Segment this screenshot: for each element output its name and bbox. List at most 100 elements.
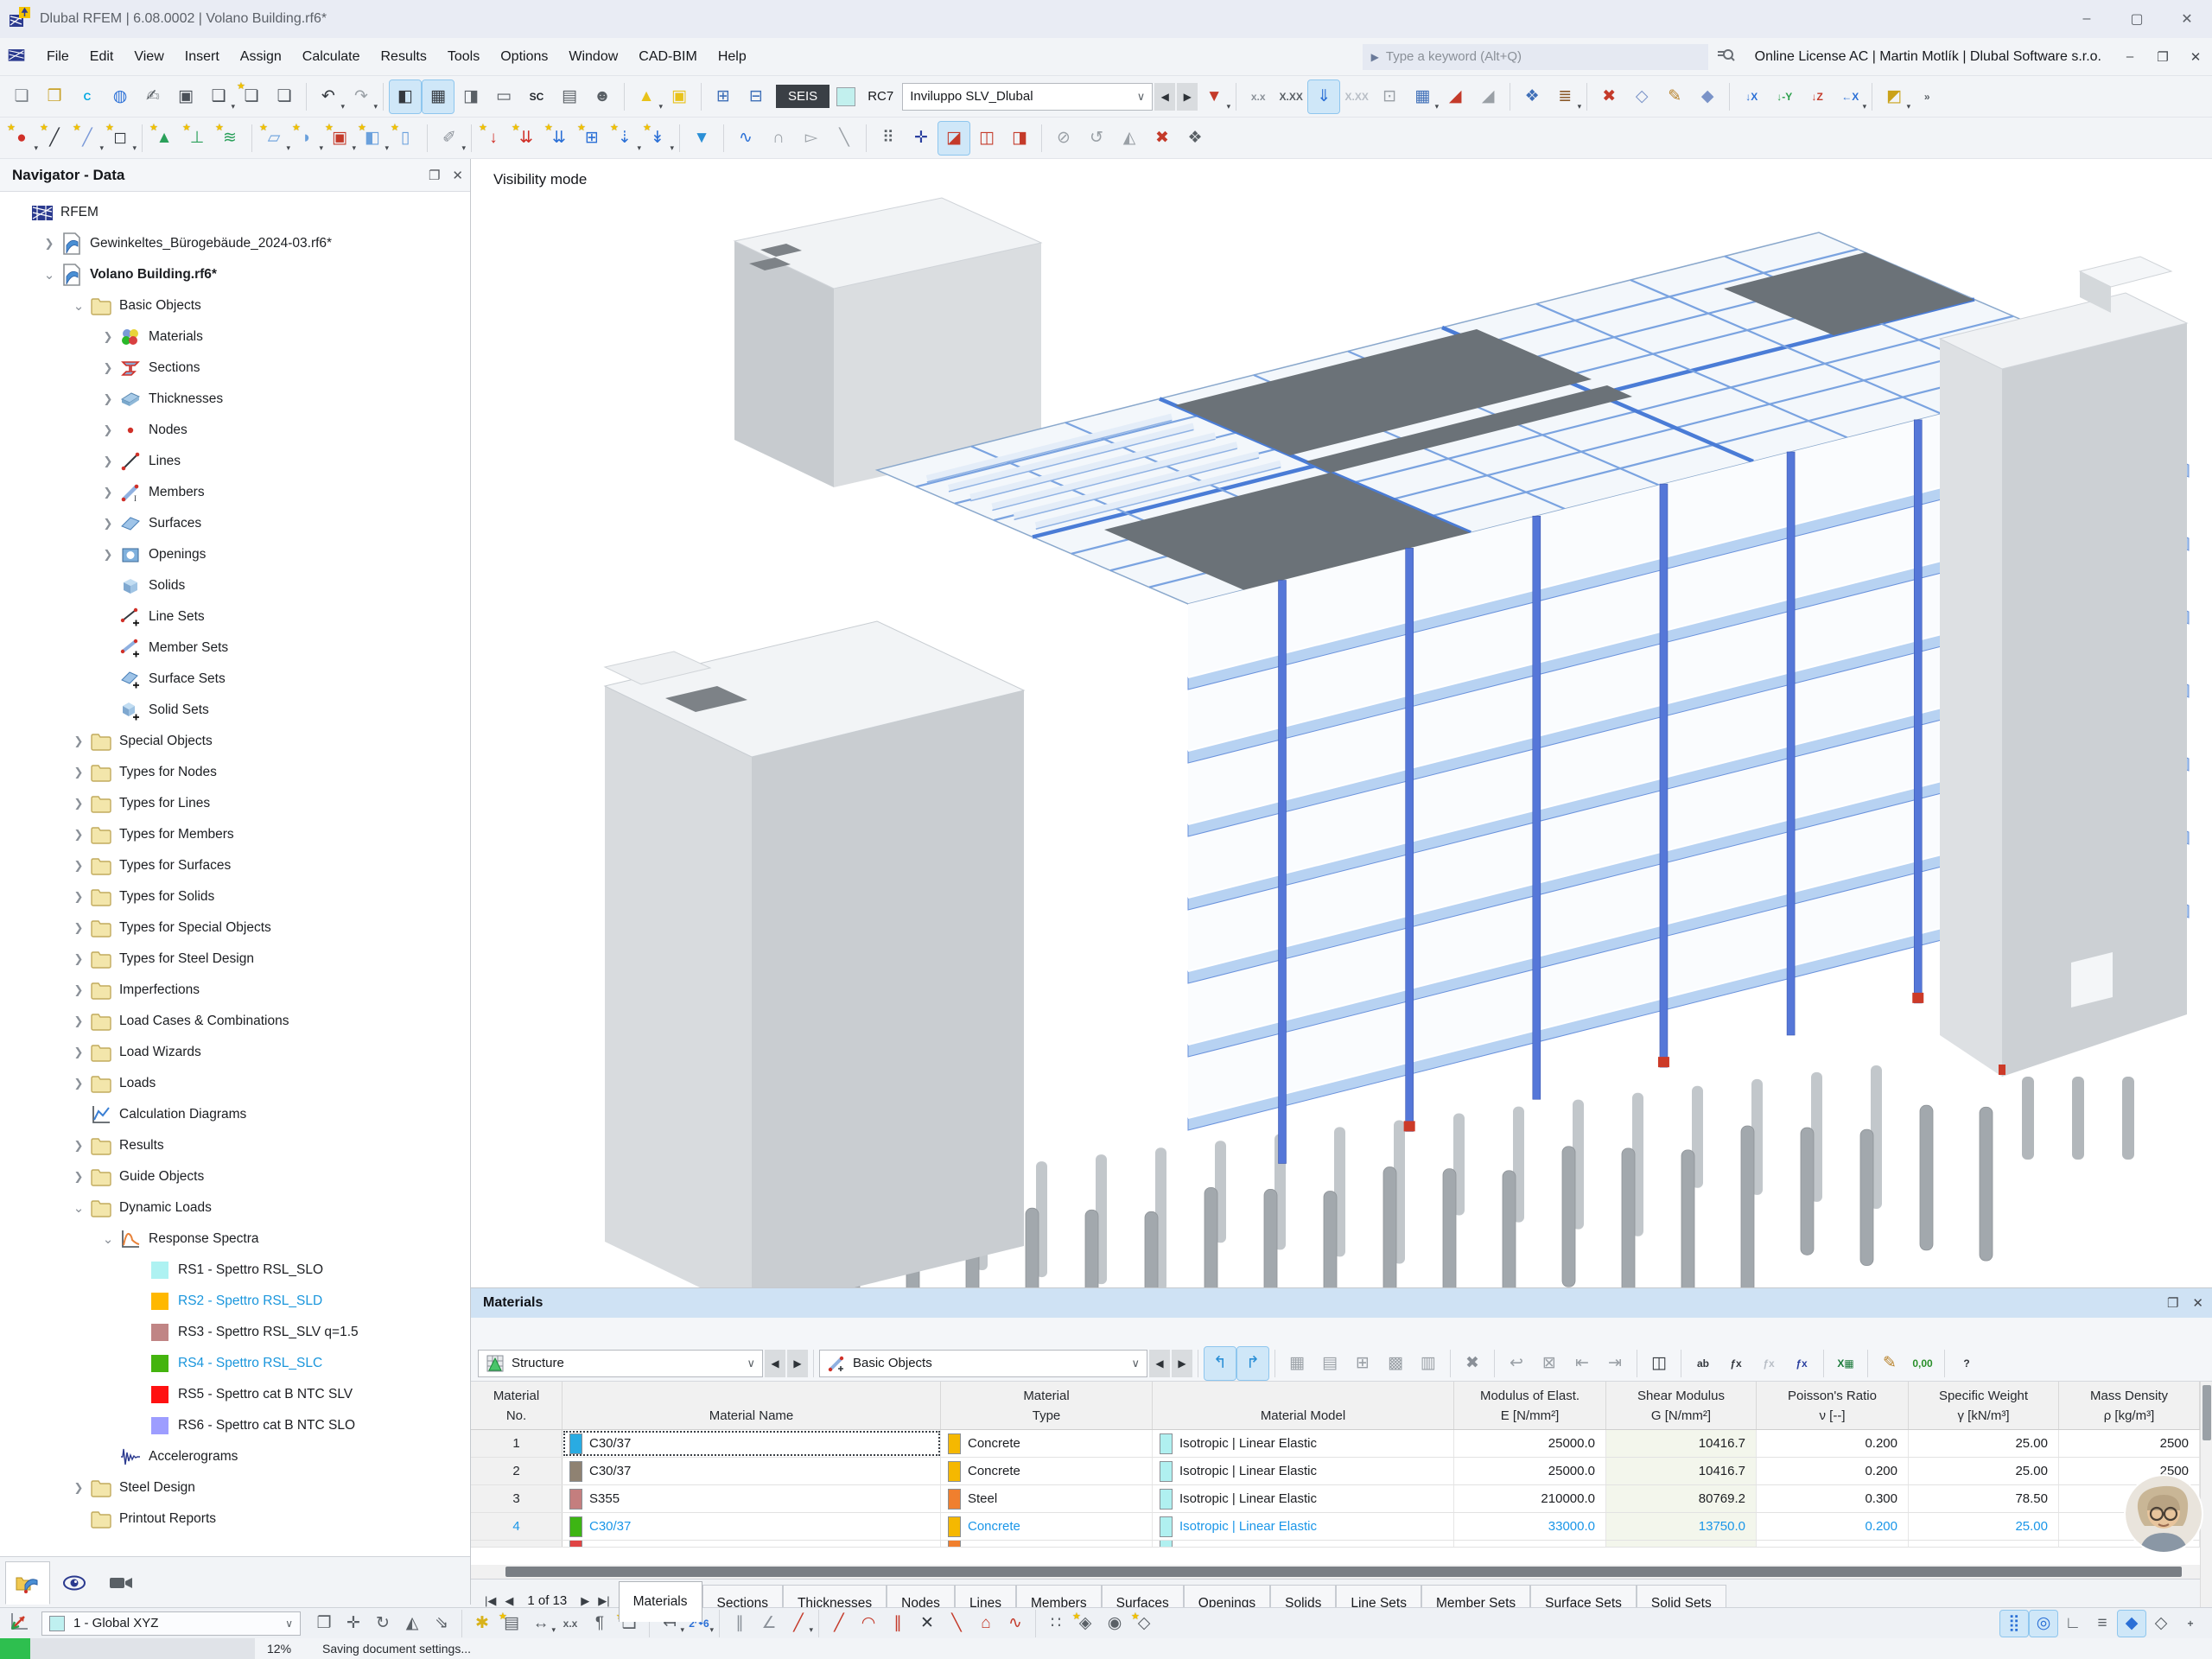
menu-view[interactable]: View	[124, 38, 174, 76]
cell-modulus-e[interactable]: 25000.0	[1454, 1458, 1606, 1484]
draw-polygon-button[interactable]: ⌂	[972, 1611, 1000, 1637]
maximize-button[interactable]: ▢	[2112, 0, 2162, 38]
menu-calculate[interactable]: Calculate	[292, 38, 371, 76]
display-properties-button[interactable]: ❖	[1179, 122, 1211, 155]
table-vertical-scrollbar[interactable]	[2200, 1382, 2212, 1613]
table-group-prev-button[interactable]: ◀	[765, 1349, 785, 1377]
cell-shear-modulus[interactable]: 10416.7	[1606, 1458, 1757, 1484]
dimension-values-button[interactable]: x.x	[556, 1611, 584, 1637]
grid-toggle-button[interactable]: ⣿	[1999, 1609, 2029, 1637]
menu-tools[interactable]: Tools	[437, 38, 490, 76]
close-button[interactable]: ✕	[2162, 0, 2212, 38]
first-table-button[interactable]: |◀	[485, 1594, 496, 1608]
open-printout-report-button[interactable]: ❏	[269, 80, 300, 113]
table-row[interactable]: 4 C30/37 Concrete Isotropic | Linear Elasti…	[471, 1513, 2212, 1541]
tree-item-rs1-spettro-rsl-slo[interactable]: RS1 - Spettro RSL_SLO	[0, 1255, 470, 1286]
load-table-button[interactable]: ▦ ▾	[1407, 80, 1439, 113]
cell-shear-modulus[interactable]: 13750.0	[1606, 1513, 1757, 1540]
new-free-line-load-button[interactable]: ⇣ ★ ▾	[609, 122, 641, 155]
column-left-button[interactable]: ⇤	[1567, 1347, 1598, 1380]
new-opening-button[interactable]: ▣ ★ ▾	[324, 122, 356, 155]
unlink-objects-button[interactable]: ⊘	[1048, 122, 1079, 155]
tree-item-guide-objects[interactable]: ❯ Guide Objects	[0, 1161, 470, 1192]
support-assistant-button[interactable]: ☻	[587, 80, 618, 113]
menu-insert[interactable]: Insert	[175, 38, 230, 76]
cell-material-name[interactable]: C30/37	[563, 1513, 941, 1540]
cell-material-no[interactable]: 2	[471, 1458, 563, 1484]
tree-item-accelerograms[interactable]: Accelerograms	[0, 1441, 470, 1472]
cell-poisson-ratio[interactable]: 0.300	[1757, 1485, 1909, 1512]
menu-help[interactable]: Help	[708, 38, 757, 76]
new-line-support-button[interactable]: ⊥ ★	[181, 122, 213, 155]
cell-material-no[interactable]: 4	[471, 1513, 563, 1540]
tree-item-lines[interactable]: ❯ Lines	[0, 446, 470, 477]
previous-load-case-button[interactable]: ◀	[1154, 82, 1176, 111]
menu-cad-bim[interactable]: CAD-BIM	[628, 38, 708, 76]
caret-collapsed-icon[interactable]: ❯	[97, 423, 119, 437]
caret-collapsed-icon[interactable]: ❯	[67, 890, 90, 904]
cell-material-type[interactable]	[941, 1541, 1153, 1547]
tree-item-types-for-steel-design[interactable]: ❯ Types for Steel Design	[0, 944, 470, 975]
materials-float-icon[interactable]: ❐	[2167, 1295, 2178, 1311]
cell-poisson-ratio[interactable]: 0.200	[1757, 1513, 1909, 1540]
new-nodal-support-button[interactable]: ▲ ★	[149, 122, 180, 155]
table-group-next-button[interactable]: ▶	[787, 1349, 808, 1377]
table-row[interactable]: 1 C30/37 Concrete Isotropic | Linear Elasti…	[471, 1430, 2212, 1458]
new-nurbs-surface-button[interactable]: ◗ ★ ▾	[291, 122, 323, 155]
tree-item-basic-objects[interactable]: ⌄ Basic Objects	[0, 290, 470, 321]
cell-poisson-ratio[interactable]: 0.200	[1757, 1430, 1909, 1457]
tree-item-steel-design[interactable]: ❯ Steel Design	[0, 1472, 470, 1503]
table-relations-button[interactable]: ▤	[1314, 1347, 1345, 1380]
delete-objects-button[interactable]: ✖	[1147, 122, 1178, 155]
menu-file[interactable]: File	[36, 38, 79, 76]
snap-objects-button[interactable]: ◈ ★	[1071, 1611, 1099, 1637]
materials-table[interactable]: Material No. Material Name Material Type Mate…	[471, 1382, 2212, 1565]
tree-item-sections[interactable]: ❯ Sections	[0, 353, 470, 384]
caret-collapsed-icon[interactable]: ❯	[38, 237, 60, 251]
section-display-button[interactable]: ◆	[1692, 80, 1723, 113]
table-category-next-button[interactable]: ▶	[1172, 1349, 1192, 1377]
tree-item-calculation-diagrams[interactable]: Calculation Diagrams	[0, 1099, 470, 1130]
tree-item-rs3-spettro-rsl-slv-q-1-5[interactable]: RS3 - Spettro RSL_SLV q=1.5	[0, 1317, 470, 1348]
select-objects-button[interactable]: ▲ ▾	[631, 80, 663, 113]
sync-table-selection-button[interactable]: ↱	[1236, 1345, 1269, 1381]
result-diagram-off-button[interactable]: ◢	[1472, 80, 1503, 113]
load-values-button[interactable]: X.XX	[1275, 80, 1306, 113]
object-snap-toggle-button[interactable]: ◆	[2117, 1609, 2146, 1637]
menu-window[interactable]: Window	[558, 38, 628, 76]
cell-material-model[interactable]: Isotropic | Linear Elastic	[1153, 1513, 1454, 1540]
undo-button[interactable]: ↶ ▾	[313, 80, 345, 113]
navigator-float-icon[interactable]: ❐	[429, 168, 440, 183]
new-solid-button[interactable]: ◧ ★ ▾	[357, 122, 389, 155]
cell-material-type[interactable]: Concrete	[941, 1513, 1153, 1540]
new-member-button[interactable]: ╱ ★ ▾	[72, 122, 104, 155]
tree-item-results[interactable]: ❯ Results	[0, 1130, 470, 1161]
tree-item-rs5-spettro-cat-b-ntc-slv[interactable]: RS5 - Spettro cat B NTC SLV	[0, 1379, 470, 1410]
show-load-values-button[interactable]: ⇓	[1307, 79, 1341, 114]
tree-item-solid-sets[interactable]: Solid Sets	[0, 695, 470, 726]
insert-formula-button[interactable]: ƒx	[1720, 1347, 1751, 1380]
tree-item-openings[interactable]: ❯ Openings	[0, 539, 470, 570]
caret-collapsed-icon[interactable]: ❯	[97, 392, 119, 406]
tab-views-navigator[interactable]	[52, 1561, 97, 1605]
table-row[interactable]: 3 S355 Steel Isotropic | Linear Elastic 2100…	[471, 1485, 2212, 1513]
import-parameters-button[interactable]: ✎	[1874, 1347, 1905, 1380]
materials-close-icon[interactable]: ✕	[2192, 1295, 2203, 1311]
navigator-close-icon[interactable]: ✕	[452, 168, 463, 183]
view-minus-y-button[interactable]: ↓-Y	[1769, 80, 1800, 113]
new-printout-report-button[interactable]: ❏ ★	[236, 80, 267, 113]
tree-item-load-cases-combinations[interactable]: ❯ Load Cases & Combinations	[0, 1006, 470, 1037]
draw-extension-button[interactable]: ╲	[943, 1611, 970, 1637]
tables-manager-button[interactable]: ▤	[554, 80, 585, 113]
edit-angle-button[interactable]: ∠	[755, 1611, 783, 1637]
tree-item-volano-building-rf6[interactable]: ⌄ Volano Building.rf6*	[0, 259, 470, 290]
snap-nodes-button[interactable]: ∷	[1042, 1611, 1070, 1637]
caret-collapsed-icon[interactable]: ❯	[67, 952, 90, 966]
doc-close-button[interactable]: ✕	[2179, 38, 2212, 75]
draw-arc-button[interactable]: ◠	[855, 1611, 882, 1637]
caret-collapsed-icon[interactable]: ❯	[97, 454, 119, 468]
delete-all-button[interactable]: ✖	[1457, 1347, 1488, 1380]
dimension-button[interactable]: ↔ ▾	[527, 1611, 556, 1637]
table-row[interactable]	[471, 1541, 2212, 1548]
tree-item-special-objects[interactable]: ❯ Special Objects	[0, 726, 470, 757]
